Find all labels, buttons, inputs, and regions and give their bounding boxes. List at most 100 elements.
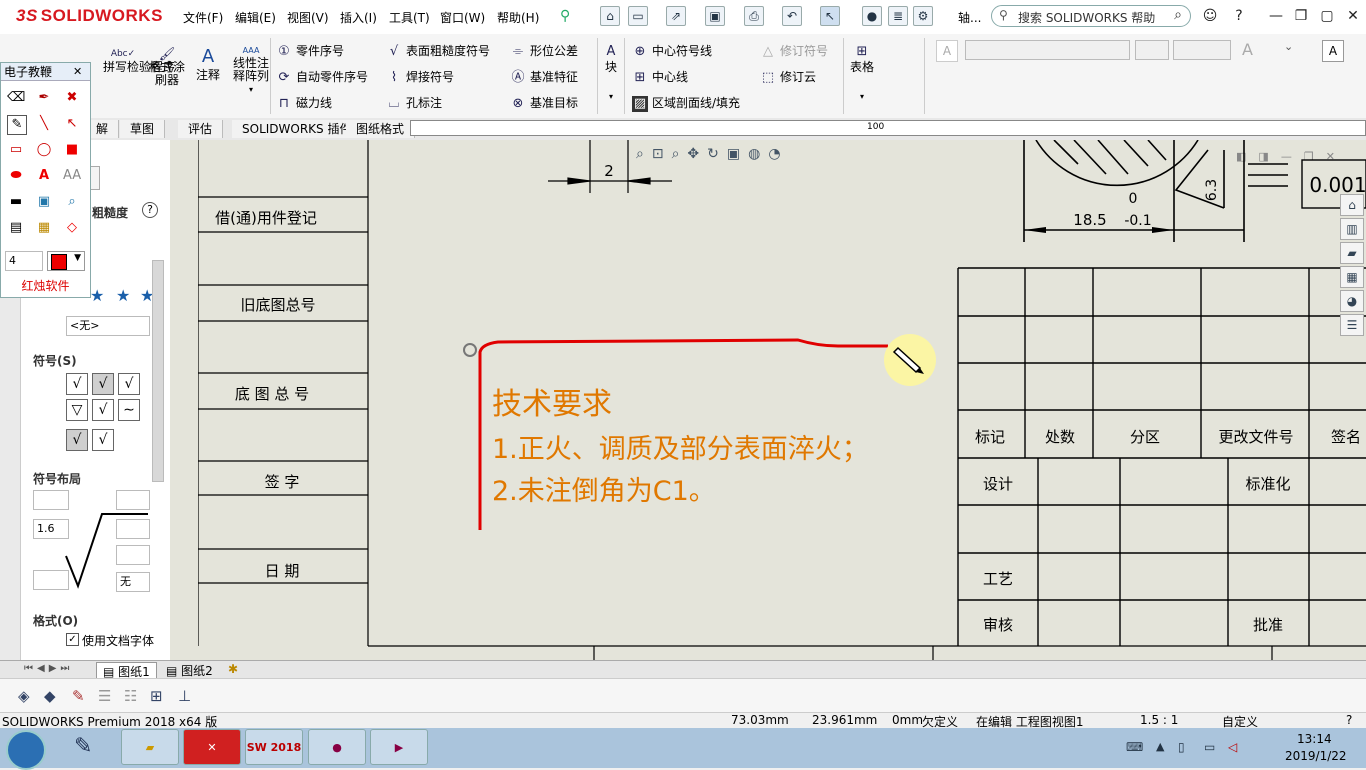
add-sheet-icon[interactable]: ✱ bbox=[228, 662, 238, 676]
undo-icon[interactable]: ↶ bbox=[782, 6, 802, 26]
ink-close-icon[interactable]: ✕ bbox=[73, 65, 82, 78]
datum-target-button[interactable]: ⊗ 基准目标 bbox=[510, 94, 578, 112]
menu-window[interactable]: 窗口(W) bbox=[440, 9, 485, 26]
block-button[interactable]: A 块 ▾ bbox=[603, 44, 619, 104]
minimize-icon[interactable]: — bbox=[1265, 6, 1287, 26]
search-input[interactable]: 搜索 SOLIDWORKS 帮助 bbox=[1018, 9, 1155, 26]
linear-note-pattern-button[interactable]: AAA 线性注释阵列 ▾ bbox=[231, 44, 271, 96]
balloon-button[interactable]: ① 零件序号 bbox=[276, 42, 344, 60]
text-tool-icon[interactable]: A bbox=[35, 167, 53, 185]
status-scale[interactable]: 1.5 : 1 bbox=[1140, 713, 1178, 727]
restore-icon[interactable]: ❐ bbox=[1290, 6, 1312, 26]
rectangle-tool-icon[interactable]: ▭ bbox=[7, 141, 25, 159]
black-bar-icon[interactable]: ▬ bbox=[7, 193, 25, 211]
star-remove-icon[interactable]: ★ bbox=[116, 286, 130, 305]
note-button[interactable]: A 注释 bbox=[196, 48, 220, 83]
tab-sketch[interactable]: 草图 bbox=[120, 120, 166, 138]
save-icon[interactable]: ▣ bbox=[705, 6, 725, 26]
symbol-tilde-button[interactable]: ∼ bbox=[118, 399, 140, 421]
filled-rect-icon[interactable]: ■ bbox=[63, 141, 81, 159]
spell-check-button[interactable]: Abc✓ 拼写检验程序 bbox=[103, 48, 175, 74]
tech-requirement-1[interactable]: 1.正火、调质及部分表面淬火； bbox=[492, 434, 869, 465]
help-icon[interactable]: ? bbox=[1228, 6, 1250, 26]
tray-time[interactable]: 13:14 bbox=[1297, 732, 1332, 746]
symbol-machining-required-button[interactable]: √ bbox=[92, 373, 114, 395]
panel-scrollbar[interactable] bbox=[152, 260, 164, 482]
table-button[interactable]: ⊞ 表格 ▾ bbox=[850, 44, 874, 104]
menu-insert[interactable]: 插入(I) bbox=[340, 9, 377, 26]
weld-symbol-button[interactable]: ⌇ 焊接符号 bbox=[386, 68, 454, 86]
keyboard-icon[interactable]: ⌨ bbox=[1126, 740, 1143, 754]
file-properties-icon[interactable]: ≣ bbox=[888, 6, 908, 26]
line-thickness-icon[interactable]: ☰ bbox=[98, 687, 111, 705]
home-icon[interactable]: ⌂ bbox=[600, 6, 620, 26]
center-mark-button[interactable]: ⊕ 中心符号线 bbox=[632, 42, 712, 60]
gdt-button[interactable]: ⌯ 形位公差 bbox=[510, 42, 578, 60]
traffic-light-icon[interactable]: ● bbox=[862, 6, 882, 26]
pen-icon[interactable]: ✒ bbox=[35, 89, 53, 107]
network-icon[interactable]: ▭ bbox=[1204, 740, 1215, 754]
menu-tools[interactable]: 工具(T) bbox=[389, 9, 430, 26]
favorite-select[interactable]: <无> bbox=[66, 316, 150, 336]
pin-icon[interactable]: ⚲ bbox=[560, 8, 570, 24]
open-file-icon[interactable]: ⇗ bbox=[666, 6, 686, 26]
ellipse-tool-icon[interactable]: ◯ bbox=[35, 141, 53, 159]
tab-sheet-format[interactable]: 图纸格式 bbox=[346, 120, 416, 138]
font-color-icon[interactable]: A bbox=[1242, 40, 1253, 59]
symbol-all-around-button[interactable]: √ bbox=[66, 429, 88, 451]
surface-finish-button[interactable]: √ 表面粗糙度符号 bbox=[386, 42, 490, 60]
taskbar-solidworks[interactable]: SW 2018 bbox=[245, 729, 303, 765]
line-style-icon[interactable]: ☷ bbox=[124, 687, 137, 705]
new-file-icon[interactable]: ▭ bbox=[628, 6, 648, 26]
solidworks-logo[interactable]: 3S SOLIDWORKS bbox=[16, 6, 163, 26]
format-painter-button[interactable]: 🖌 格式涂刷器 bbox=[149, 48, 185, 87]
arrow-tool-icon[interactable]: ↖ bbox=[63, 115, 81, 133]
task-pane-palette-icon[interactable]: ▦ bbox=[1340, 266, 1364, 288]
help-circle-icon[interactable]: ? bbox=[142, 202, 158, 218]
pointer-app-icon[interactable]: ✎ bbox=[74, 734, 92, 759]
zoom-icon[interactable]: ⌕ bbox=[63, 193, 81, 211]
datum-feature-button[interactable]: Ⓐ 基准特征 bbox=[510, 68, 578, 86]
font-style-icon[interactable]: A bbox=[936, 40, 958, 62]
task-pane-explorer-icon[interactable]: ▰ bbox=[1340, 242, 1364, 264]
use-doc-font-checkbox[interactable]: ✓ bbox=[66, 633, 79, 646]
line-tool-icon[interactable]: ╲ bbox=[35, 115, 53, 133]
symbol-jis-basic-button[interactable]: ▽ bbox=[66, 399, 88, 421]
select-icon[interactable]: ↖ bbox=[820, 6, 840, 26]
print-icon[interactable]: ⎙ bbox=[744, 6, 764, 26]
magnetic-line-button[interactable]: ⊓ 磁力线 bbox=[276, 94, 332, 112]
line-width-select[interactable]: 4 bbox=[5, 251, 43, 271]
taskbar-xmind[interactable]: ✕ bbox=[183, 729, 241, 765]
search-icon[interactable]: ⌕ bbox=[1174, 7, 1182, 23]
auto-balloon-button[interactable]: ⟳ 自动零件序号 bbox=[276, 68, 368, 86]
line-color-icon[interactable]: ✎ bbox=[72, 687, 85, 705]
edge-display-icon[interactable]: ⊥ bbox=[178, 687, 191, 705]
tab-evaluate[interactable]: 评估 bbox=[178, 120, 224, 138]
eraser-icon[interactable]: ⌫ bbox=[7, 89, 25, 107]
options-gear-icon[interactable]: ⚙ bbox=[913, 6, 933, 26]
hole-callout-button[interactable]: ⌴ 孔标注 bbox=[386, 94, 442, 112]
pencil-tool-icon[interactable]: ✎ bbox=[7, 115, 27, 135]
status-help-icon[interactable]: ? bbox=[1346, 713, 1352, 727]
taskbar-explorer[interactable]: ▰ bbox=[121, 729, 179, 765]
layer-properties-icon[interactable]: ◆ bbox=[44, 687, 56, 705]
font-tool-icon[interactable]: AA bbox=[63, 167, 81, 185]
annotation-style-icon[interactable]: A bbox=[1322, 40, 1344, 62]
maximize-icon[interactable]: ▢ bbox=[1316, 6, 1338, 26]
start-button[interactable] bbox=[6, 730, 46, 770]
search-box[interactable]: ⚲ 搜索 SOLIDWORKS 帮助 ⌕ bbox=[991, 5, 1191, 27]
task-pane-appearance-icon[interactable]: ◕ bbox=[1340, 290, 1364, 312]
font-name-select[interactable] bbox=[965, 40, 1130, 60]
symbol-machining-prohibited-button[interactable]: √ bbox=[118, 373, 140, 395]
user-icon[interactable]: ☺ bbox=[1199, 6, 1221, 26]
title-block[interactable] bbox=[957, 267, 1366, 646]
taskbar-recorder-1[interactable]: ● bbox=[308, 729, 366, 765]
volume-muted-icon[interactable]: ◁ bbox=[1228, 740, 1237, 754]
task-pane-properties-icon[interactable]: ☰ bbox=[1340, 314, 1364, 336]
centerline-button[interactable]: ⊞ 中心线 bbox=[632, 68, 688, 86]
task-pane-library-icon[interactable]: ▥ bbox=[1340, 218, 1364, 240]
star-add-icon[interactable]: ★ bbox=[90, 286, 104, 305]
symbol-custom-button[interactable]: √ bbox=[92, 429, 114, 451]
tray-expand-icon[interactable]: ▲ bbox=[1156, 740, 1164, 753]
axis-label[interactable]: 轴... bbox=[958, 9, 981, 26]
